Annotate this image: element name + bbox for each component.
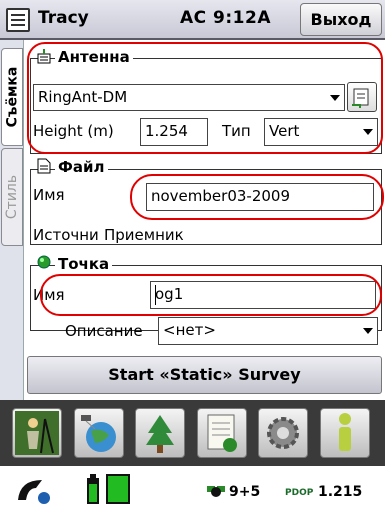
file-name-label: Имя	[33, 186, 65, 204]
app-title: Tracy	[38, 8, 89, 28]
pdop-label: PDOP	[285, 488, 314, 498]
tab-style[interactable]: Стиль	[1, 148, 23, 246]
info-icon	[339, 413, 351, 451]
chevron-down-icon	[363, 328, 373, 334]
tab-style-label: Стиль	[4, 174, 21, 220]
receiver-logo-icon	[14, 474, 54, 506]
tab-survey-label: Съёмка	[4, 66, 20, 128]
source-value: Приемник	[104, 226, 184, 244]
satellite-icon	[205, 478, 227, 502]
source-label: Источни	[33, 226, 99, 244]
exit-button[interactable]: Выход	[300, 3, 382, 36]
description-label: Описание	[65, 322, 143, 340]
satellite-view-button[interactable]	[74, 408, 124, 458]
gear-icon	[267, 417, 299, 449]
globe-satellite-icon	[81, 415, 116, 452]
tab-survey[interactable]: Съёмка	[1, 48, 23, 146]
clock: AC 9:12A	[180, 8, 271, 28]
start-menu-icon[interactable]	[6, 8, 30, 32]
memory-icon	[106, 474, 130, 504]
battery-icon	[86, 474, 100, 504]
start-static-survey-button[interactable]: Start «Static» Survey	[27, 356, 382, 394]
surveyor-icon	[15, 411, 59, 455]
point-icon	[36, 254, 52, 270]
point-section-title: Точка	[55, 255, 113, 273]
point-name-highlight	[40, 274, 382, 316]
pdop-value: 1.215	[318, 484, 363, 500]
notebook-icon	[207, 414, 237, 452]
data-button[interactable]	[197, 408, 247, 458]
description-select[interactable]: <нет>	[158, 317, 378, 345]
antenna-highlight	[27, 42, 383, 154]
survey-mode-button[interactable]	[12, 408, 62, 458]
file-icon	[36, 158, 52, 174]
settings-button[interactable]	[258, 408, 308, 458]
info-button[interactable]	[320, 408, 370, 458]
tree-icon	[146, 415, 174, 453]
map-button[interactable]	[135, 408, 185, 458]
file-section-title: Файл	[55, 158, 108, 176]
file-name-highlight	[130, 174, 384, 220]
description-value: <нет>	[163, 321, 216, 339]
satellite-count: 9+5	[229, 484, 261, 500]
